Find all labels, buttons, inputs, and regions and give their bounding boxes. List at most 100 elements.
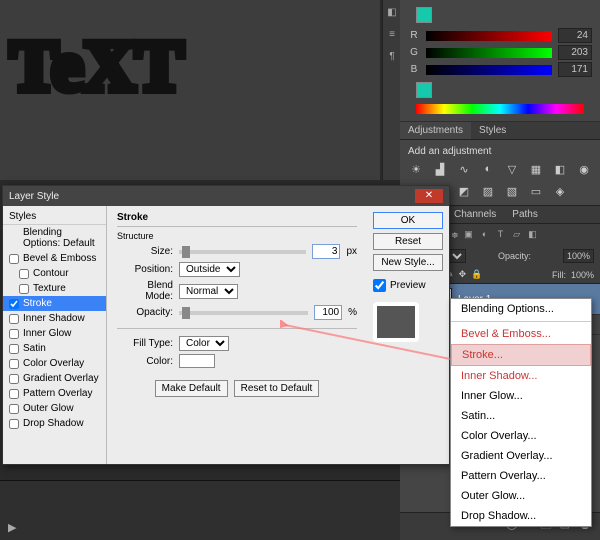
photo-filter-icon[interactable]: ◉ — [576, 163, 592, 177]
opacity-label: Opacity: — [117, 307, 173, 318]
hue-icon[interactable]: ▦ — [528, 163, 544, 177]
preview-checkbox[interactable] — [373, 279, 386, 292]
tool-icon[interactable]: ¶ — [383, 48, 401, 66]
style-inner-glow[interactable]: Inner Glow — [3, 326, 106, 341]
brightness-icon[interactable]: ☀ — [408, 163, 424, 177]
style-stroke[interactable]: Stroke — [3, 296, 106, 311]
layer-style-context-menu: Blending Options... Bevel & Emboss... St… — [450, 298, 592, 527]
exposure-icon[interactable]: ◐ — [480, 163, 496, 177]
texture-checkbox[interactable] — [19, 284, 29, 294]
outer-glow-checkbox[interactable] — [9, 404, 19, 414]
style-bevel[interactable]: Bevel & Emboss — [3, 251, 106, 266]
selective-color-icon[interactable]: ◈ — [552, 185, 568, 199]
style-texture[interactable]: Texture — [3, 281, 106, 296]
menu-color-overlay[interactable]: Color Overlay... — [451, 426, 591, 446]
r-slider[interactable] — [426, 31, 552, 41]
style-inner-shadow[interactable]: Inner Shadow — [3, 311, 106, 326]
fill-value[interactable]: 100% — [571, 270, 594, 280]
tool-icon[interactable]: ≡ — [383, 26, 401, 44]
contour-checkbox[interactable] — [19, 269, 29, 279]
gradient-map-icon[interactable]: ▭ — [528, 185, 544, 199]
inner-shadow-checkbox[interactable] — [9, 314, 19, 324]
b-slider[interactable] — [426, 65, 552, 75]
lock-all-icon[interactable]: 🔒 — [471, 269, 482, 280]
b-value[interactable]: 171 — [558, 62, 592, 77]
style-pattern-overlay[interactable]: Pattern Overlay — [3, 386, 106, 401]
r-value[interactable]: 24 — [558, 28, 592, 43]
menu-inner-shadow[interactable]: Inner Shadow... — [451, 366, 591, 386]
blending-options-row[interactable]: Blending Options: Default — [3, 225, 106, 251]
opacity-input[interactable] — [314, 305, 342, 320]
gradient-overlay-checkbox[interactable] — [9, 374, 19, 384]
ok-button[interactable]: OK — [373, 212, 443, 229]
menu-drop-shadow[interactable]: Drop Shadow... — [451, 506, 591, 526]
menu-satin[interactable]: Satin... — [451, 406, 591, 426]
reset-button[interactable]: Reset — [373, 233, 443, 250]
filter-adjust-icon[interactable]: ◐ — [479, 229, 491, 241]
g-value[interactable]: 203 — [558, 45, 592, 60]
tab-adjustments[interactable]: Adjustments — [400, 122, 471, 139]
size-label: Size: — [117, 246, 173, 257]
close-icon[interactable]: ✕ — [415, 189, 443, 203]
canvas[interactable]: TeXT — [0, 0, 380, 180]
filter-pixel-icon[interactable]: ▣ — [463, 229, 475, 241]
drop-shadow-checkbox[interactable] — [9, 419, 19, 429]
kind-sep: ≑ — [451, 230, 459, 241]
menu-pattern-overlay[interactable]: Pattern Overlay... — [451, 466, 591, 486]
new-style-button[interactable]: New Style... — [373, 254, 443, 271]
menu-blending-options[interactable]: Blending Options... — [451, 299, 591, 319]
opacity-slider[interactable] — [179, 311, 308, 315]
size-input[interactable] — [312, 244, 340, 259]
g-slider[interactable] — [426, 48, 552, 58]
pattern-overlay-checkbox[interactable] — [9, 389, 19, 399]
position-select[interactable]: Outside — [179, 262, 240, 277]
dialog-title: Layer Style — [9, 191, 59, 202]
filltype-select[interactable]: Color — [179, 336, 229, 351]
size-slider[interactable] — [179, 250, 306, 254]
bevel-checkbox[interactable] — [9, 254, 19, 264]
styles-header[interactable]: Styles — [3, 209, 106, 225]
tab-paths[interactable]: Paths — [504, 206, 546, 223]
style-color-overlay[interactable]: Color Overlay — [3, 356, 106, 371]
menu-inner-glow[interactable]: Inner Glow... — [451, 386, 591, 406]
make-default-button[interactable]: Make Default — [155, 380, 228, 397]
style-contour[interactable]: Contour — [3, 266, 106, 281]
bw-icon[interactable]: ◧ — [552, 163, 568, 177]
foreground-swatch[interactable] — [416, 7, 432, 23]
tab-channels[interactable]: Channels — [446, 206, 504, 223]
tab-styles[interactable]: Styles — [471, 122, 514, 139]
tool-icon[interactable]: ◧ — [383, 4, 401, 22]
inner-glow-checkbox[interactable] — [9, 329, 19, 339]
filter-shape-icon[interactable]: ▱ — [511, 229, 523, 241]
levels-icon[interactable]: ▟ — [432, 163, 448, 177]
styles-list: Styles Blending Options: Default Bevel &… — [3, 206, 107, 464]
color-overlay-checkbox[interactable] — [9, 359, 19, 369]
threshold-icon[interactable]: ▧ — [504, 185, 520, 199]
r-label: R — [408, 30, 420, 41]
menu-gradient-overlay[interactable]: Gradient Overlay... — [451, 446, 591, 466]
invert-icon[interactable]: ◩ — [456, 185, 472, 199]
reset-default-button[interactable]: Reset to Default — [234, 380, 320, 397]
filter-smart-icon[interactable]: ◧ — [527, 229, 539, 241]
play-icon[interactable]: ▶ — [8, 521, 16, 534]
style-drop-shadow[interactable]: Drop Shadow — [3, 416, 106, 431]
satin-checkbox[interactable] — [9, 344, 19, 354]
opacity-value[interactable]: 100% — [563, 249, 594, 263]
blendmode-select[interactable]: Normal — [179, 284, 238, 299]
menu-outer-glow[interactable]: Outer Glow... — [451, 486, 591, 506]
style-outer-glow[interactable]: Outer Glow — [3, 401, 106, 416]
stroke-checkbox[interactable] — [9, 299, 19, 309]
style-satin[interactable]: Satin — [3, 341, 106, 356]
secondary-swatch[interactable] — [416, 82, 432, 98]
curves-icon[interactable]: ∿ — [456, 163, 472, 177]
dialog-titlebar[interactable]: Layer Style ✕ — [3, 186, 449, 206]
menu-bevel-emboss[interactable]: Bevel & Emboss... — [451, 324, 591, 344]
hue-strip[interactable] — [416, 104, 584, 114]
color-well[interactable] — [179, 354, 215, 368]
filter-type-icon[interactable]: T — [495, 229, 507, 241]
menu-stroke[interactable]: Stroke... — [451, 344, 591, 366]
style-gradient-overlay[interactable]: Gradient Overlay — [3, 371, 106, 386]
lock-position-icon[interactable]: ✥ — [459, 269, 467, 280]
vibrance-icon[interactable]: ▽ — [504, 163, 520, 177]
posterize-icon[interactable]: ▨ — [480, 185, 496, 199]
